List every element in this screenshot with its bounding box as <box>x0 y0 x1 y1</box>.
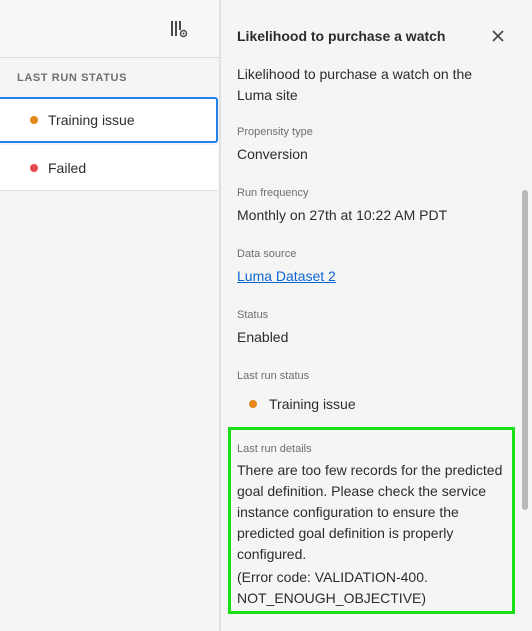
status-value: Enabled <box>237 329 289 345</box>
status-dot-red <box>30 163 38 172</box>
details-message: There are too few records for the predic… <box>237 462 507 562</box>
row-status-label: Training issue <box>48 112 135 128</box>
table-toolbar <box>0 0 220 58</box>
close-icon[interactable] <box>491 29 505 43</box>
error-code-line2: NOT_ENOUGH_OBJECTIVE) <box>237 590 427 606</box>
status-label: Status <box>237 309 269 321</box>
propensity-type-label: Propensity type <box>237 126 313 138</box>
propensity-type-value: Conversion <box>237 146 308 162</box>
error-code-line1: (Error code: VALIDATION-400. <box>237 569 428 585</box>
table-row[interactable]: Failed <box>0 145 218 191</box>
status-dot-orange <box>249 400 257 408</box>
last-run-details-message: There are too few records for the predic… <box>237 460 507 565</box>
last-run-details-label: Last run details <box>237 443 312 455</box>
run-frequency-label: Run frequency <box>237 187 309 199</box>
run-frequency-value: Monthly on 27th at 10:22 AM PDT <box>237 207 448 223</box>
table-row[interactable]: Training issue <box>0 97 218 143</box>
row-status-label: Failed <box>48 159 87 176</box>
data-source-label: Data source <box>237 248 297 260</box>
data-source-link[interactable]: Luma Dataset 2 <box>237 268 336 284</box>
details-header: Likelihood to purchase a watch <box>221 0 532 60</box>
status-dot-orange <box>30 116 38 124</box>
runs-table-panel: LAST RUN STATUS Training issue Failed <box>0 0 220 631</box>
details-scrollbar[interactable] <box>522 190 528 510</box>
column-settings-icon[interactable] <box>170 20 188 38</box>
description-text: Likelihood to purchase a watch on the Lu… <box>237 66 473 103</box>
details-title: Likelihood to purchase a watch <box>237 28 446 44</box>
last-run-status-value: Training issue <box>269 396 356 412</box>
column-header-last-run-status[interactable]: LAST RUN STATUS <box>17 72 127 84</box>
last-run-status-label: Last run status <box>237 370 310 382</box>
